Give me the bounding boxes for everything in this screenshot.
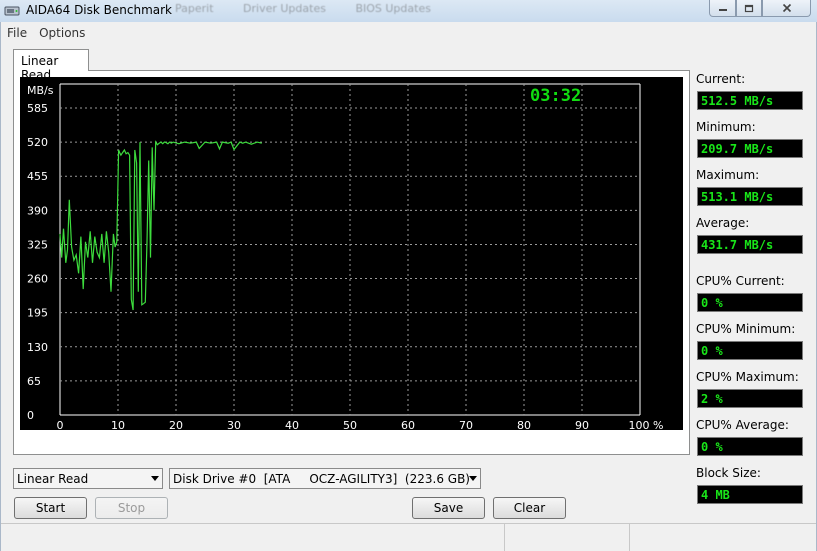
block-size-label: Block Size: xyxy=(696,466,761,480)
y-tick-label: 520 xyxy=(27,136,48,149)
x-tick-label: 30 xyxy=(227,419,241,430)
drive-value: Disk Drive #0 [ATA OCZ-AGILITY3] (223.6 … xyxy=(173,472,470,486)
status-separator xyxy=(504,524,505,551)
cpu-minimum-label: CPU% Minimum: xyxy=(696,322,796,336)
y-tick-label: 195 xyxy=(27,307,48,320)
test-type-select[interactable]: Linear Read xyxy=(13,468,163,489)
clear-button[interactable]: Clear xyxy=(493,497,566,519)
cpu-maximum-label: CPU% Maximum: xyxy=(696,370,799,384)
x-tick-label: 80 xyxy=(517,419,531,430)
menu-bar: File Options xyxy=(1,25,91,43)
chevron-down-icon xyxy=(469,476,477,481)
start-button[interactable]: Start xyxy=(14,497,87,519)
read-speed-line xyxy=(59,140,262,311)
y-tick-label: 260 xyxy=(27,273,48,286)
save-button[interactable]: Save xyxy=(412,497,485,519)
cpu-current-value: 0 % xyxy=(697,293,803,312)
y-tick-label: 65 xyxy=(27,375,41,388)
maximize-button[interactable] xyxy=(736,0,762,17)
minimum-value: 209.7 MB/s xyxy=(697,139,803,158)
close-icon xyxy=(782,3,791,13)
stop-button[interactable]: Stop xyxy=(95,497,168,519)
y-tick-label: 585 xyxy=(27,102,48,115)
title-bar: AIDA64 Disk Benchmark Paperit Driver Upd… xyxy=(0,0,817,22)
benchmark-chart: 585 520 455 390 325 260 195 130 65 0 MB/s 0 10 20 30 40… xyxy=(20,77,683,430)
y-tick-label: 325 xyxy=(27,238,48,251)
y-tick-label: 130 xyxy=(27,341,48,354)
close-button[interactable] xyxy=(762,0,811,17)
maximum-label: Maximum: xyxy=(696,168,760,182)
disk-benchmark-app-icon xyxy=(4,6,20,16)
status-separator xyxy=(629,524,630,551)
chart-panel: 585 520 455 390 325 260 195 130 65 0 MB/s 0 10 20 30 40… xyxy=(13,70,690,455)
average-value: 431.7 MB/s xyxy=(697,235,803,254)
cpu-minimum-value: 0 % xyxy=(697,341,803,360)
maximize-icon xyxy=(744,4,754,12)
y-tick-label: 390 xyxy=(27,204,48,217)
y-tick-label: 0 xyxy=(27,409,34,422)
cpu-current-label: CPU% Current: xyxy=(696,274,785,288)
menu-file[interactable]: File xyxy=(1,25,33,43)
drive-select[interactable]: Disk Drive #0 [ATA OCZ-AGILITY3] (223.6 … xyxy=(169,468,481,489)
test-type-value: Linear Read xyxy=(17,472,89,486)
maximum-value: 513.1 MB/s xyxy=(697,187,803,206)
x-tick-label: 90 xyxy=(575,419,589,430)
x-tick-label: 50 xyxy=(343,419,357,430)
x-tick-label: 20 xyxy=(169,419,183,430)
y-axis-label: MB/s xyxy=(27,84,54,97)
x-tick-label: 40 xyxy=(285,419,299,430)
x-tick-label: 10 xyxy=(111,419,125,430)
cpu-average-value: 0 % xyxy=(697,437,803,456)
background-tab: Driver Updates xyxy=(243,2,326,15)
window-controls xyxy=(709,0,813,17)
minimize-icon xyxy=(718,9,727,11)
minimum-label: Minimum: xyxy=(696,120,756,134)
block-size-value: 4 MB xyxy=(697,485,803,504)
x-tick-label: 100 % xyxy=(629,419,664,430)
window-client: File Options Linear Read 585 520 455 390 325… xyxy=(0,22,817,551)
tab-linear-read[interactable]: Linear Read xyxy=(13,49,89,82)
background-taskbar-tabs: Paperit Driver Updates BIOS Updates xyxy=(175,2,457,20)
window-title: AIDA64 Disk Benchmark xyxy=(26,3,173,17)
y-tick-label: 455 xyxy=(27,170,48,183)
minimize-button[interactable] xyxy=(709,0,736,17)
background-tab: BIOS Updates xyxy=(355,2,431,15)
elapsed-timer: 03:32 xyxy=(530,86,581,106)
current-label: Current: xyxy=(696,72,746,86)
status-bar xyxy=(1,523,816,551)
menu-options[interactable]: Options xyxy=(33,25,91,43)
cpu-maximum-value: 2 % xyxy=(697,389,803,408)
background-tab: Paperit xyxy=(175,2,214,15)
x-tick-label: 60 xyxy=(401,419,415,430)
average-label: Average: xyxy=(696,216,750,230)
cpu-average-label: CPU% Average: xyxy=(696,418,789,432)
x-tick-label: 70 xyxy=(459,419,473,430)
current-value: 512.5 MB/s xyxy=(697,91,803,110)
x-tick-label: 0 xyxy=(57,419,64,430)
chevron-down-icon xyxy=(151,476,159,481)
